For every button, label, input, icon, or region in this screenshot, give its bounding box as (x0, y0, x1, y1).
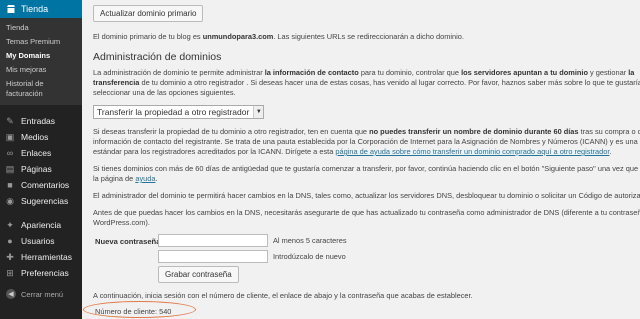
sidebar-item-label: Entradas (21, 116, 56, 126)
days-description: Si tienes dominios con más de 60 días de… (93, 164, 640, 183)
store-icon (5, 4, 16, 15)
admin-text: seleccionar una de las opciones siguient… (93, 88, 236, 97)
admin-bold: los servidores apuntan a tu dominio (461, 68, 588, 77)
primary-domain: unmundopara3.com (202, 32, 274, 41)
password-form: Nueva contraseña Al menos 5 caracteres I… (93, 234, 640, 284)
days-text: la página de (93, 174, 136, 183)
repeat-password-field[interactable] (158, 250, 268, 263)
sidebar-item-herramientas[interactable]: ✚ Herramientas (0, 249, 82, 265)
sidebar-item-apariencia[interactable]: ✦ Apariencia (0, 217, 82, 233)
sidebar-item-label: Medios (21, 132, 49, 142)
admin-bold: transferencia (93, 78, 140, 87)
dns-description: El administrador del dominio te permitir… (93, 191, 640, 200)
sidebar-item-label: Sugerencias (21, 196, 69, 206)
primary-text-post: . Las siguientes URLs se redireccionarán… (273, 32, 464, 41)
pin-icon: ✎ (6, 115, 14, 126)
login-instructions: A continuación, inicia sesión con el núm… (93, 291, 473, 300)
admin-bold: la (628, 68, 635, 77)
sidebar-item-sugerencias[interactable]: ◉ Sugerencias (0, 193, 82, 209)
before-description: Antes de que puedas hacer los cambios en… (93, 208, 640, 228)
sidebar-item-label: Usuarios (21, 236, 55, 246)
sidebar-item-label: Comentarios (21, 180, 70, 190)
sidebar-item-tienda[interactable]: Tienda (0, 0, 82, 18)
admin-description: La administración de dominio te permite … (93, 68, 640, 98)
help-link[interactable]: ayuda (135, 174, 155, 183)
submenu-item-premium-themes[interactable]: Temas Premium (0, 35, 82, 49)
help-transfer-link[interactable]: página de ayuda sobre cómo transferir un… (335, 147, 609, 156)
submenu-item-billing-history[interactable]: Historial de facturación (0, 77, 82, 101)
select-value: Transferir la propiedad a otro registrad… (97, 107, 250, 117)
sidebar-top-label: Tienda (21, 4, 49, 14)
before-text: WordPress.com). (93, 218, 150, 227)
feedback-icon: ◉ (6, 195, 14, 206)
admin-sidebar: Tienda Tienda Temas Premium My Domains M… (0, 0, 82, 319)
sidebar-item-medios[interactable]: ▣ Medios (0, 129, 82, 145)
primary-text-pre: El dominio primario de tu blog es (93, 32, 203, 41)
repeat-hint: Introdúzcalo de nuevo (273, 252, 346, 261)
appearance-icon: ✦ (6, 219, 14, 230)
link-icon: ∞ (6, 148, 14, 158)
users-icon: ● (7, 236, 13, 246)
save-password-button[interactable]: Grabar contraseña (158, 266, 239, 283)
admin-text: La administración de dominio te permite … (93, 68, 265, 77)
sidebar-item-label: Enlaces (21, 148, 52, 158)
min-length-hint: Al menos 5 caracteres (273, 236, 347, 245)
billing-label-line2: facturación (6, 89, 43, 98)
sidebar-item-entradas[interactable]: ✎ Entradas (0, 113, 82, 129)
collapse-menu-button[interactable]: ◀ Cerrar menú (0, 287, 82, 301)
settings-icon: ⊞ (6, 267, 14, 278)
collapse-label: Cerrar menú (21, 289, 64, 299)
sidebar-item-enlaces[interactable]: ∞ Enlaces (0, 145, 82, 161)
domain-action-select[interactable]: Transferir la propiedad a otro registrad… (93, 105, 265, 119)
media-icon: ▣ (5, 131, 15, 142)
sidebar-item-paginas[interactable]: ▤ Páginas (0, 161, 82, 177)
submenu-item-my-domains[interactable]: My Domains (0, 49, 82, 63)
highlight-ellipse (83, 301, 196, 318)
sidebar-item-label: Apariencia (21, 220, 62, 230)
tools-icon: ✚ (6, 251, 14, 262)
submenu-item-upgrades[interactable]: Mis mejoras (0, 63, 82, 77)
transfer-text: tras su compra o cambio de l (580, 127, 640, 136)
chevron-down-icon: ▼ (253, 106, 264, 118)
transfer-bold: no puedes transferir un nombre de domini… (369, 127, 579, 136)
update-primary-domain-button[interactable]: Actualizar dominio primario (93, 5, 204, 22)
transfer-text: información de contacto del registrante.… (93, 137, 640, 146)
sidebar-item-preferencias[interactable]: ⊞ Preferencias (0, 265, 82, 281)
collapse-arrow-icon: ◀ (6, 289, 16, 299)
transfer-text: estándar para los registradores acredita… (93, 147, 336, 156)
transfer-text: Si deseas transferir la propiedad de tu … (93, 127, 370, 136)
transfer-description: Si deseas transferir la propiedad de tu … (93, 127, 640, 157)
sidebar-item-usuarios[interactable]: ● Usuarios (0, 233, 82, 249)
pages-icon: ▤ (5, 163, 15, 174)
primary-domain-text: El dominio primario de tu blog es unmund… (93, 32, 640, 42)
admin-text: y gestionar (587, 68, 629, 77)
sidebar-item-comentarios[interactable]: ■ Comentarios (0, 177, 82, 193)
main-content: Actualizar dominio primario El dominio p… (93, 0, 640, 319)
admin-bold: la información de contacto (264, 68, 359, 77)
submenu-item-tienda[interactable]: Tienda (0, 21, 82, 35)
billing-label-line1: Historial de (6, 79, 44, 88)
sidebar-item-label: Herramientas (21, 252, 73, 262)
admin-text: para tu dominio, controlar que (358, 68, 462, 77)
comments-icon: ■ (7, 180, 13, 190)
admin-text: de tu dominio a otro registrador . Si de… (139, 78, 640, 87)
before-text: Antes de que puedas hacer los cambios en… (93, 208, 640, 217)
days-text: Si tienes dominios con más de 60 días de… (93, 164, 640, 173)
new-password-field[interactable] (158, 234, 268, 247)
sidebar-item-label: Preferencias (21, 268, 69, 278)
new-password-label: Nueva contraseña (95, 237, 161, 246)
sidebar-item-label: Páginas (21, 164, 52, 174)
section-title: Administración de dominios (93, 51, 222, 63)
store-submenu: Tienda Temas Premium My Domains Mis mejo… (0, 18, 82, 105)
